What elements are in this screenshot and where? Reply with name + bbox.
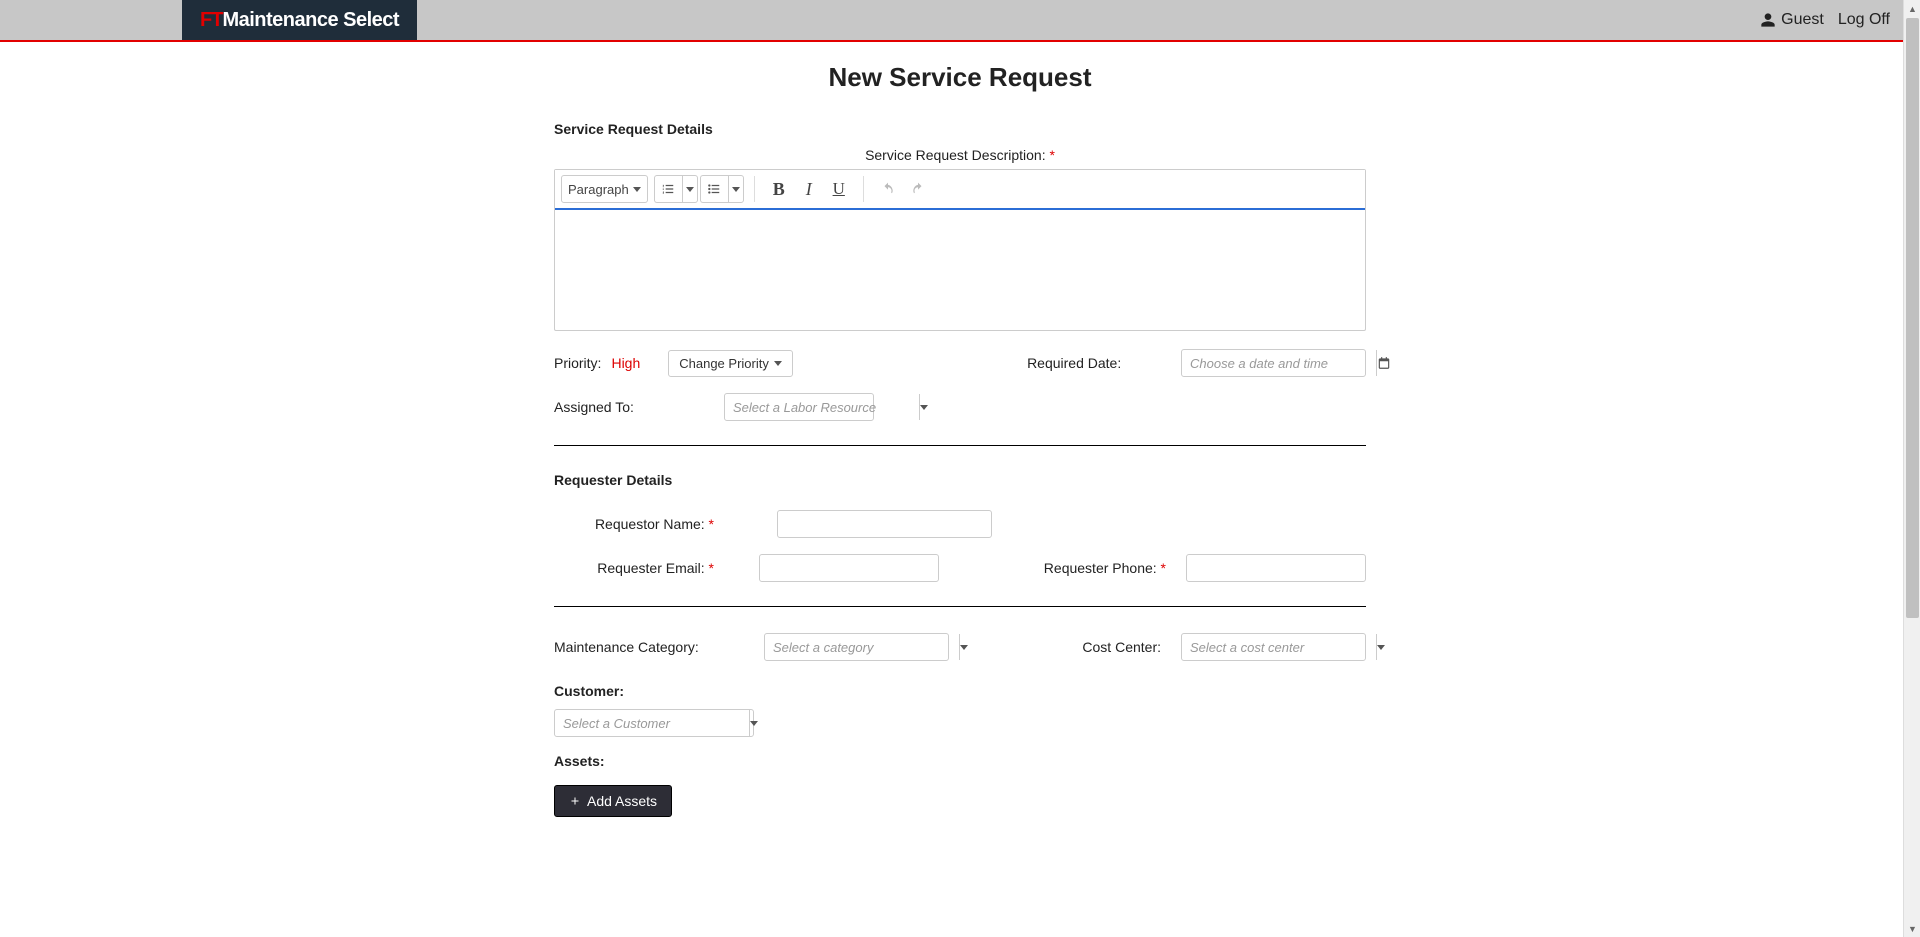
ordered-list-button[interactable] [654,175,698,203]
required-marker: * [1161,560,1166,576]
undo-button[interactable] [874,175,902,203]
required-date-label: Required Date: [976,355,1121,371]
description-textarea[interactable] [555,210,1365,330]
format-group: B I U [765,175,853,203]
user-display: Guest [1760,11,1824,29]
customer-dropdown-btn[interactable] [749,710,758,736]
required-marker: * [1049,147,1054,163]
change-priority-button[interactable]: Change Priority [668,350,793,377]
page-title: New Service Request [554,62,1366,93]
assigned-to-input[interactable] [725,394,919,420]
header-right: Guest Log Off [1760,0,1920,40]
logo-text: Maintenance Select [222,9,399,32]
customer-label: Customer: [554,683,1366,699]
assigned-to-label: Assigned To: [554,399,714,415]
toolbar-separator [863,176,864,202]
maintenance-category-combo[interactable] [764,633,949,661]
required-date-input[interactable] [1181,349,1366,377]
logoff-link[interactable]: Log Off [1838,11,1890,29]
logo-prefix: FT [200,9,222,32]
list-group [654,175,744,203]
priority-value: High [611,355,640,371]
editor-toolbar: Paragraph B [555,170,1365,210]
required-marker: * [709,516,714,532]
unordered-list-icon [707,182,721,196]
chevron-down-icon [732,187,740,192]
section-details-title: Service Request Details [554,121,1366,137]
unordered-list-button[interactable] [700,175,744,203]
history-group [874,175,932,203]
app-header: FTMaintenance Select Guest Log Off [0,0,1920,42]
user-icon [1760,12,1776,28]
underline-button[interactable]: U [825,175,853,203]
chevron-down-icon [686,187,694,192]
ordered-list-icon [661,182,675,196]
priority-label: Priority: [554,355,601,371]
scroll-down-arrow[interactable]: ▼ [1904,920,1920,937]
requestor-name-input[interactable] [777,510,992,538]
section-divider [554,606,1366,607]
customer-input[interactable] [555,710,749,736]
user-label: Guest [1781,11,1824,29]
cost-center-label: Cost Center: [1082,639,1161,655]
assigned-to-combo[interactable] [724,393,874,421]
calendar-button[interactable] [1376,350,1391,376]
cost-center-input[interactable] [1182,634,1376,660]
italic-button[interactable]: I [795,175,823,203]
cost-center-combo[interactable] [1181,633,1366,661]
chevron-down-icon [920,405,928,410]
paragraph-label: Paragraph [568,182,629,197]
chevron-down-icon [750,721,758,726]
requester-phone-label: Requester Phone: [1044,560,1157,576]
cost-center-dropdown-btn[interactable] [1376,634,1385,660]
section-requester-title: Requester Details [554,472,1366,488]
add-assets-button[interactable]: Add Assets [554,785,672,817]
customer-combo[interactable] [554,709,754,737]
chevron-down-icon [1377,645,1385,650]
paragraph-format-dropdown[interactable]: Paragraph [561,175,648,203]
description-label-row: Service Request Description: * [554,147,1366,163]
undo-icon [881,182,895,196]
bold-button[interactable]: B [765,175,793,203]
requestor-name-label: Requestor Name: [595,516,705,532]
main-container: New Service Request Service Request Deta… [554,42,1366,817]
maintenance-category-input[interactable] [765,634,959,660]
scrollbar-thumb[interactable] [1906,18,1919,618]
add-assets-label: Add Assets [587,793,657,809]
chevron-down-icon [774,361,782,366]
requester-email-label: Requester Email: [597,560,704,576]
requester-email-input[interactable] [759,554,939,582]
change-priority-label: Change Priority [679,356,769,371]
date-text-input[interactable] [1182,350,1376,376]
app-logo: FTMaintenance Select [182,0,417,40]
toolbar-separator [754,176,755,202]
description-label: Service Request Description: [865,147,1046,163]
scrollbar[interactable]: ▲ ▼ [1903,0,1920,937]
chevron-down-icon [633,187,641,192]
calendar-icon [1377,356,1391,370]
redo-button[interactable] [904,175,932,203]
assets-label: Assets: [554,753,1366,769]
assigned-to-dropdown-btn[interactable] [919,394,928,420]
description-editor: Paragraph B [554,169,1366,331]
maintenance-category-label: Maintenance Category: [554,639,764,655]
redo-icon [911,182,925,196]
section-divider [554,445,1366,446]
scroll-up-arrow[interactable]: ▲ [1904,0,1920,17]
requester-phone-input[interactable] [1186,554,1366,582]
required-marker: * [709,560,714,576]
plus-icon [569,795,581,807]
